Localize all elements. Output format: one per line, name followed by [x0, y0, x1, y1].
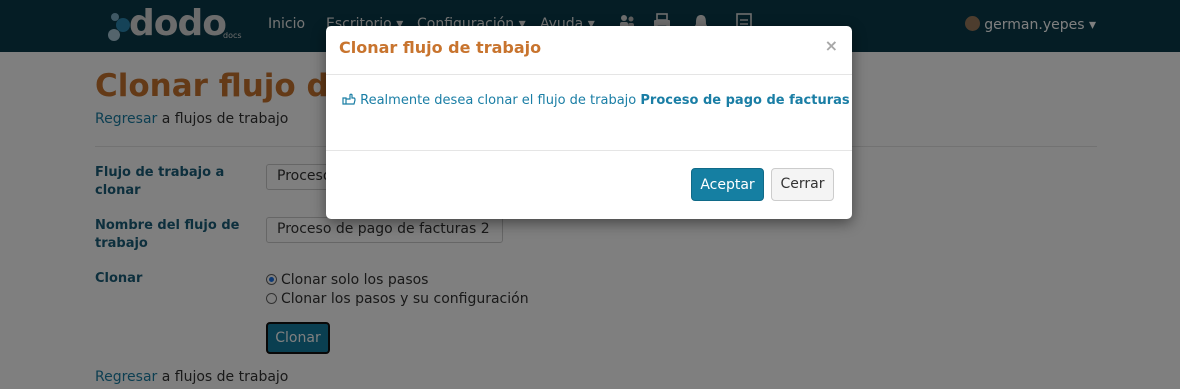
modal-message: Realmente desea clonar el flujo de traba… — [342, 93, 850, 108]
modal-title: Clonar flujo de trabajo — [339, 38, 542, 57]
close-button[interactable]: Cerrar — [771, 168, 834, 201]
accept-button[interactable]: Aceptar — [691, 168, 764, 201]
clone-confirm-modal: Clonar flujo de trabajo × Realmente dese… — [326, 26, 852, 219]
close-icon[interactable]: × — [825, 36, 838, 55]
modal-header-divider — [326, 74, 852, 75]
modal-workflow-name: Proceso de pago de facturas — [640, 93, 850, 108]
modal-message-text: Realmente desea clonar el flujo de traba… — [360, 93, 641, 108]
hand-pointer-icon — [342, 93, 356, 105]
modal-footer-divider — [326, 150, 852, 151]
